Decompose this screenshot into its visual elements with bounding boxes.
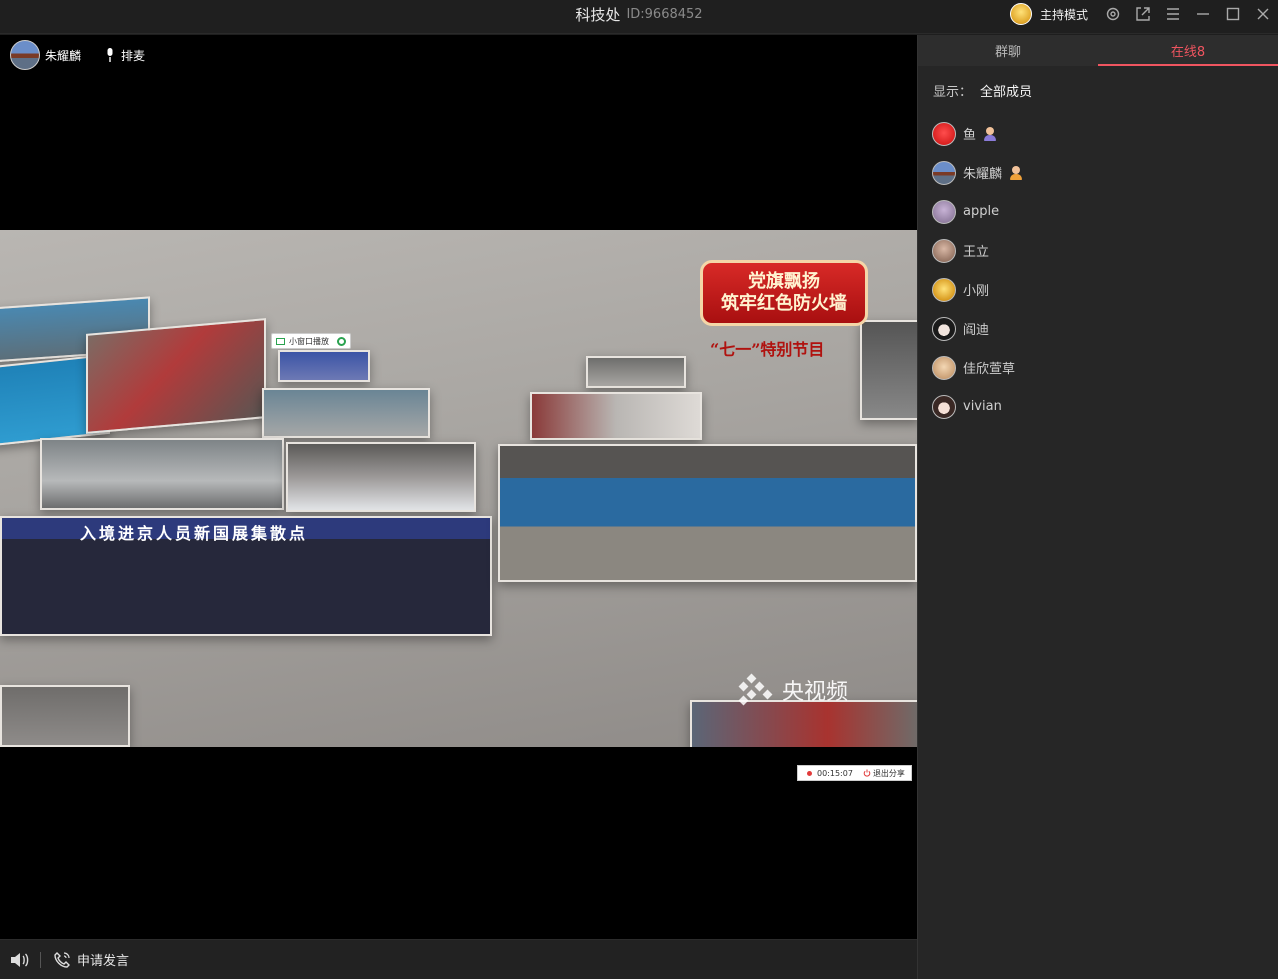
- host-badge-icon: [982, 126, 998, 142]
- member-name: 阎迪: [963, 323, 990, 338]
- exit-share-button[interactable]: 退出分享: [863, 768, 905, 779]
- member-name: 佳欣萱草: [963, 362, 1016, 377]
- photo-caption: 入境进京人员新国展集散点: [80, 524, 309, 543]
- sidebar-tabs: 群聊 在线8: [918, 35, 1278, 66]
- avatar: [932, 316, 956, 341]
- member-sidebar: 群聊 在线8 显示： 全部成员 鱼 朱耀麟 apple 王立 小刚 阎迪 佳欣萱…: [917, 35, 1278, 979]
- bottom-control-bar: 申请发言: [0, 939, 917, 979]
- mini-window-icon: [276, 337, 285, 345]
- photo-tile: [86, 318, 266, 434]
- filter-value[interactable]: 全部成员: [980, 81, 1032, 100]
- photo-tile: [530, 392, 702, 440]
- member-item[interactable]: 阎迪: [918, 309, 1278, 348]
- maximize-icon[interactable]: [1218, 0, 1248, 28]
- presenter-name: 朱耀麟: [45, 48, 82, 63]
- host-avatar[interactable]: [1009, 3, 1032, 25]
- mini-window-button[interactable]: 小窗口播放: [271, 333, 351, 349]
- tab-group-chat[interactable]: 群聊: [918, 35, 1098, 66]
- avatar: [932, 277, 956, 302]
- photo-tile: [0, 685, 130, 747]
- member-item[interactable]: 鱼: [918, 114, 1278, 153]
- member-name: vivian: [963, 399, 1002, 414]
- avatar: [932, 199, 956, 224]
- member-item[interactable]: 王立: [918, 231, 1278, 270]
- photo-tile: [690, 700, 917, 747]
- phone-icon: [54, 951, 70, 968]
- member-item[interactable]: apple: [918, 192, 1278, 231]
- power-icon: [863, 769, 871, 777]
- speaker-icon[interactable]: [0, 940, 38, 979]
- mini-window-settings-icon[interactable]: [337, 336, 346, 346]
- room-id: ID:9668452: [626, 6, 703, 22]
- mini-window-label: 小窗口播放: [289, 336, 329, 346]
- photo-tile: [286, 442, 476, 512]
- avatar: [932, 121, 956, 146]
- member-name: apple: [963, 204, 1000, 219]
- avatar: [932, 238, 956, 263]
- room-title: 科技处: [575, 5, 621, 24]
- cctv-watermark: 央视频: [736, 673, 849, 706]
- video-area: 朱耀麟 排麦 党旗飘扬 筑牢红色防火墙 “七一”特别节目 入境进京人员新国展集散…: [0, 35, 917, 939]
- mic-queue-button[interactable]: 排麦: [105, 47, 145, 64]
- share-status-bar: 00:15:07 退出分享: [797, 765, 912, 781]
- divider: [40, 951, 41, 968]
- title-bar-controls: 主持模式: [1009, 0, 1278, 28]
- popout-icon[interactable]: [1128, 0, 1158, 28]
- close-icon[interactable]: [1248, 0, 1278, 28]
- presenter-badge-icon: [1008, 165, 1024, 181]
- member-item[interactable]: 佳欣萱草: [918, 348, 1278, 387]
- title-bar: 科技处 ID:9668452 主持模式: [0, 0, 1278, 34]
- avatar: [932, 355, 956, 380]
- recording-dot-icon: [807, 770, 812, 776]
- presenter-info: 朱耀麟 排麦: [10, 40, 145, 70]
- banner-line-1: 党旗飘扬: [748, 271, 820, 292]
- request-speak-button[interactable]: 申请发言: [53, 950, 129, 969]
- member-item[interactable]: 朱耀麟: [918, 153, 1278, 192]
- photo-tile: [278, 350, 370, 382]
- filter-label: 显示：: [933, 84, 973, 100]
- watermark-logo-icon: [736, 673, 774, 706]
- member-filter[interactable]: 显示： 全部成员: [918, 66, 1278, 114]
- exit-share-label: 退出分享: [872, 768, 905, 778]
- member-name: 朱耀麟: [963, 167, 1003, 182]
- member-name: 小刚: [963, 284, 990, 299]
- member-item[interactable]: 小刚: [918, 270, 1278, 309]
- mic-queue-label: 排麦: [121, 48, 146, 63]
- presenter-avatar[interactable]: [10, 40, 40, 70]
- settings-icon[interactable]: [1098, 0, 1128, 28]
- banner-subtitle: “七一”特别节目: [710, 340, 825, 359]
- host-mode-toggle[interactable]: 主持模式: [1040, 6, 1088, 23]
- watermark-text: 央视频: [782, 680, 849, 705]
- member-name: 鱼: [963, 128, 977, 143]
- photo-tile: [40, 438, 284, 510]
- share-elapsed-time: 00:15:07: [817, 768, 853, 778]
- microphone-icon: [107, 48, 113, 62]
- minimize-icon[interactable]: [1188, 0, 1218, 28]
- request-speak-label: 申请发言: [77, 954, 130, 969]
- program-banner: 党旗飘扬 筑牢红色防火墙: [700, 260, 868, 326]
- member-item[interactable]: vivian: [918, 387, 1278, 426]
- photo-tile: [586, 356, 686, 388]
- avatar: [932, 160, 956, 185]
- menu-icon[interactable]: [1158, 0, 1188, 28]
- avatar: [932, 394, 956, 419]
- tab-online[interactable]: 在线8: [1098, 35, 1278, 66]
- photo-tile: [860, 320, 917, 420]
- member-name: 王立: [963, 245, 990, 260]
- photo-tile: [262, 388, 430, 438]
- banner-line-2: 筑牢红色防火墙: [721, 293, 847, 314]
- photo-tile: [498, 444, 917, 582]
- shared-screen[interactable]: 党旗飘扬 筑牢红色防火墙 “七一”特别节目 入境进京人员新国展集散点 央视频: [0, 230, 917, 747]
